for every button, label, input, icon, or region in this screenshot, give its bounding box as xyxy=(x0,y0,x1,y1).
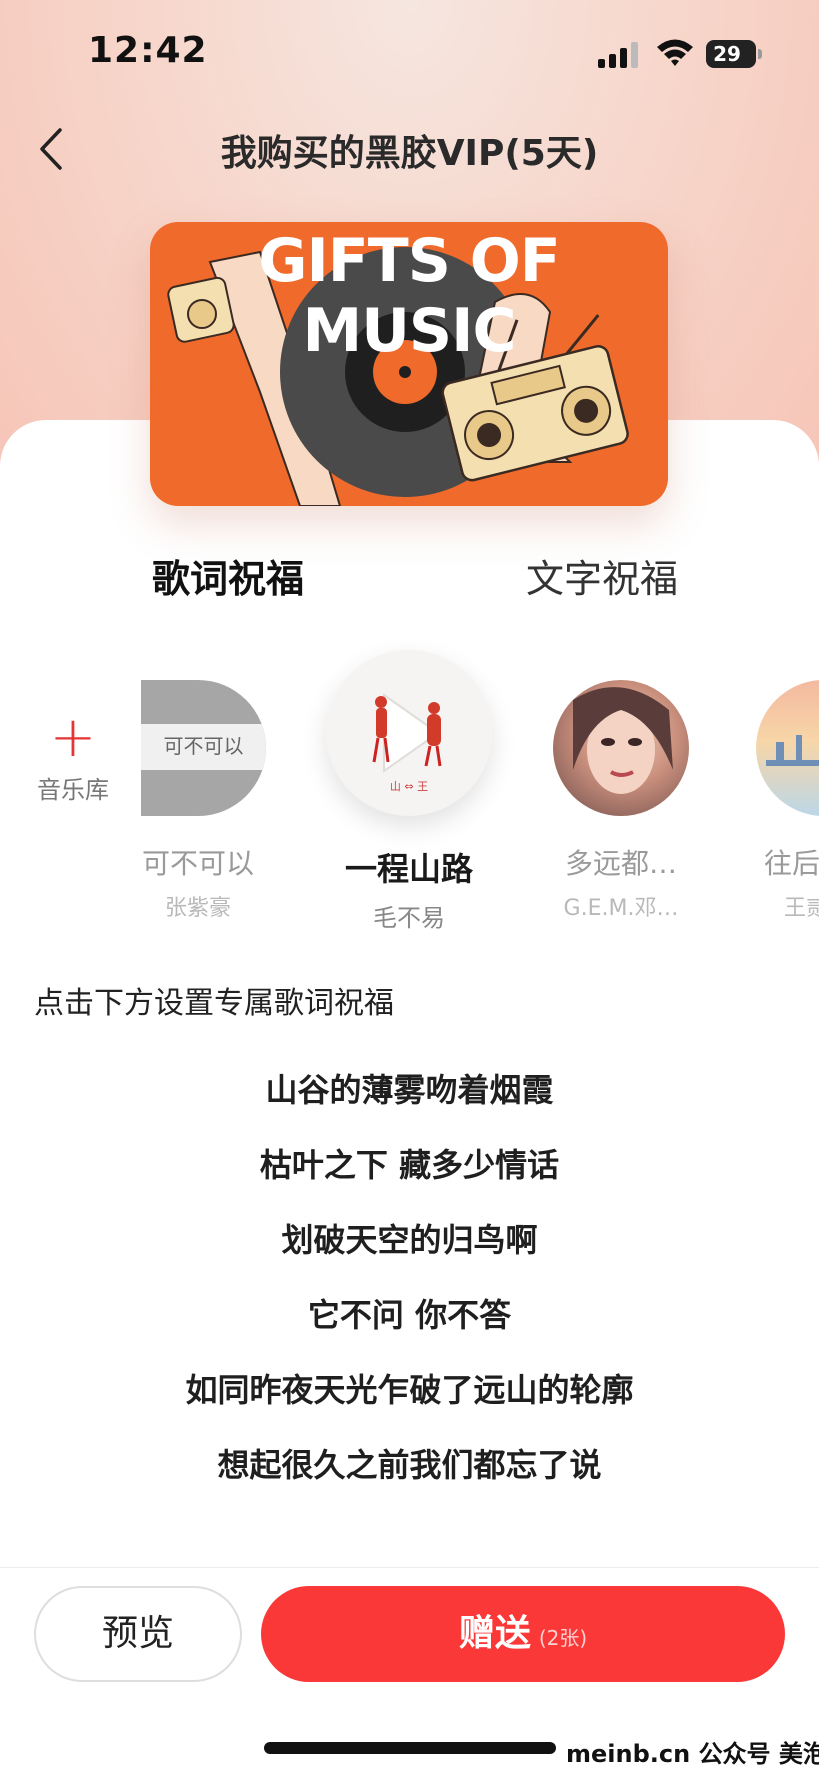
song-item[interactable]: 可不可以 可不可以 张紫豪 xyxy=(138,680,266,922)
page-title: 我购买的黑胶VIP(5天) xyxy=(220,133,599,174)
cellular-signal-icon xyxy=(598,42,640,68)
song-artist: G.E.M.邓… xyxy=(563,896,679,921)
song-item-selected[interactable]: 山 ⇔ 王 一程山路 毛不易 xyxy=(324,650,494,930)
send-gift-label: 赠送 xyxy=(458,1613,531,1654)
album-cover xyxy=(553,680,689,816)
song-name: 可不可以 xyxy=(141,847,254,880)
song-item[interactable]: 多远都… G.E.M.邓… xyxy=(546,680,696,922)
music-library-button[interactable]: + 音乐库 xyxy=(28,708,118,818)
status-bar: 12:42 29 xyxy=(0,0,819,100)
song-name: 往后 xyxy=(764,847,819,880)
send-gift-button[interactable]: 赠送 (2张) xyxy=(261,1586,785,1682)
gift-banner: GIFTS OF MUSIC xyxy=(150,222,668,506)
tab-text-blessing[interactable]: 文字祝福 xyxy=(526,548,678,603)
tab-bar: 歌词祝福 文字祝福 xyxy=(0,548,819,618)
song-artist: 毛不易 xyxy=(373,904,445,930)
banner-title: GIFTS OF MUSIC xyxy=(258,226,561,366)
battery-level: 29 xyxy=(713,42,741,66)
album-cover: 山 ⇔ 王 xyxy=(326,650,492,816)
music-library-label: 音乐库 xyxy=(37,776,109,804)
lyric-line[interactable]: 想起很久之前我们都忘了说 xyxy=(0,1435,819,1510)
song-name: 多远都… xyxy=(564,847,677,880)
plus-icon: + xyxy=(49,705,97,770)
lyric-line[interactable]: 如同昨夜天光乍破了远山的轮廓 xyxy=(0,1360,819,1435)
lyric-list: 山谷的薄雾吻着烟霞 枯叶之下 藏多少情话 划破天空的归鸟啊 它不问 你不答 如同… xyxy=(0,1060,819,1510)
preview-button[interactable]: 预览 xyxy=(34,1586,242,1682)
song-item[interactable]: 往后 王贰 xyxy=(756,680,819,922)
battery-cap xyxy=(758,49,762,59)
album-cover-text: 山 ⇔ 王 xyxy=(389,780,429,793)
song-name: 一程山路 xyxy=(344,850,473,888)
home-indicator[interactable] xyxy=(264,1742,556,1754)
status-time: 12:42 xyxy=(88,30,208,71)
battery-icon: 29 xyxy=(706,40,756,68)
bottom-divider xyxy=(0,1567,819,1568)
send-gift-count: (2张) xyxy=(538,1626,588,1650)
wifi-icon xyxy=(657,39,693,66)
song-artist: 张紫豪 xyxy=(164,896,231,921)
lyric-line[interactable]: 枯叶之下 藏多少情话 xyxy=(0,1135,819,1210)
lyric-prompt: 点击下方设置专属歌词祝福 xyxy=(34,986,394,1021)
tab-lyric-blessing[interactable]: 歌词祝福 xyxy=(152,548,304,603)
lyric-line[interactable]: 山谷的薄雾吻着烟霞 xyxy=(0,1060,819,1135)
lyric-line[interactable]: 划破天空的归鸟啊 xyxy=(0,1210,819,1285)
song-carousel[interactable]: + 音乐库 可不可以 可不可以 张紫豪 山 ⇔ 王 一程山路 毛不易 多远都… … xyxy=(0,640,819,930)
lyric-line[interactable]: 它不问 你不答 xyxy=(0,1285,819,1360)
album-cover-text: 可不可以 xyxy=(163,734,244,758)
album-cover xyxy=(756,680,819,816)
song-artist: 王贰 xyxy=(784,896,819,921)
watermark: meinb.cn 公众号 美泡君 xyxy=(566,1740,819,1768)
album-cover: 可不可以 xyxy=(141,680,266,816)
nav-bar: 我购买的黑胶VIP(5天) xyxy=(0,110,819,190)
